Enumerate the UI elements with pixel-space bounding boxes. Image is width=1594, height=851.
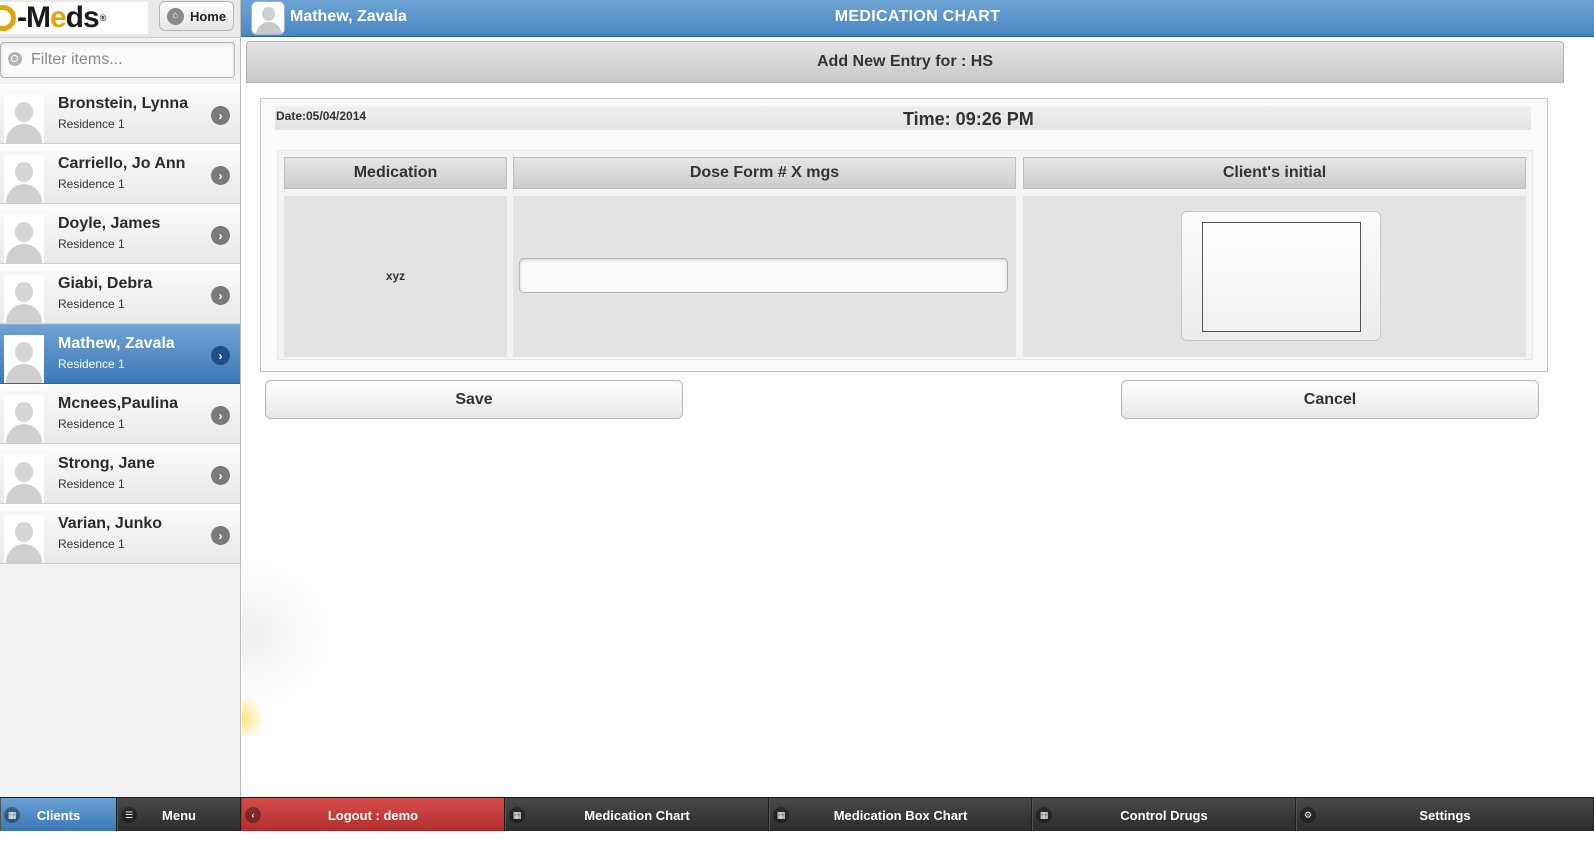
form-heading: Add New Entry for : HS	[246, 41, 1564, 83]
logo-ring-icon	[0, 5, 16, 31]
client-name: Mcnees,Paulina	[58, 395, 179, 412]
nav-medication-box-chart-label: Medication Box Chart	[833, 807, 968, 823]
date-time-row: Date:05/04/2014 Time: 09:26 PM	[275, 106, 1531, 130]
chevron-left-icon: ‹	[245, 807, 261, 823]
chevron-right-icon: ›	[211, 166, 230, 185]
home-label: Home	[189, 8, 227, 24]
client-residence: Residence 1	[58, 177, 125, 191]
client-name: Bronstein, Lynna	[58, 95, 189, 112]
client-list-item[interactable]: Bronstein, Lynna Residence 1 ›	[0, 84, 240, 144]
dose-input[interactable]	[519, 258, 1008, 293]
menu-lines-icon: ☰	[121, 807, 137, 823]
client-list-item[interactable]: Mcnees,Paulina Residence 1 ›	[0, 384, 240, 444]
nav-menu-button[interactable]: ☰ Menu	[117, 798, 241, 832]
client-list-item[interactable]: Carriello, Jo Ann Residence 1 ›	[0, 144, 240, 204]
client-list-item[interactable]: Varian, Junko Residence 1 ›	[0, 504, 240, 564]
entry-grid: Medication xyz Dose Form # X mgs Client'…	[277, 150, 1533, 360]
bottom-strip	[0, 831, 1594, 851]
logout-button[interactable]: ‹ Logout : demo	[241, 798, 505, 832]
client-name: Strong, Jane	[58, 455, 155, 472]
client-list-item[interactable]: Strong, Jane Residence 1 ›	[0, 444, 240, 504]
nav-control-drugs-tab[interactable]: ▦ Control Drugs	[1032, 798, 1296, 832]
home-button[interactable]: ⌂ Home	[159, 1, 234, 31]
avatar	[4, 515, 44, 563]
client-residence: Residence 1	[58, 357, 125, 371]
avatar	[4, 155, 44, 203]
app-logo: -M e ds ®	[0, 2, 148, 34]
logo-bar: -M e ds ® ⌂ Home	[0, 0, 240, 38]
cancel-button[interactable]: Cancel	[1121, 380, 1539, 419]
sidebar: -Meds® ⌂ Home Bronstein, Lynna Residence…	[0, 0, 241, 812]
nav-settings-label: Settings	[1419, 807, 1471, 823]
medication-cell: xyz	[284, 196, 507, 357]
client-residence: Residence 1	[58, 417, 125, 431]
chevron-right-icon: ›	[211, 286, 230, 305]
avatar	[4, 275, 44, 323]
avatar	[4, 215, 44, 263]
initial-signature-pad[interactable]	[1202, 222, 1361, 332]
client-list-item[interactable]: Doyle, James Residence 1 ›	[0, 204, 240, 264]
client-residence: Residence 1	[58, 117, 125, 131]
avatar	[4, 395, 44, 443]
medication-value: xyz	[385, 269, 406, 283]
nav-medication-chart-label: Medication Chart	[584, 807, 690, 823]
dose-column: Dose Form # X mgs	[513, 157, 1016, 357]
client-residence: Residence 1	[58, 297, 125, 311]
initial-column: Client's initial	[1023, 157, 1526, 357]
client-name: Carriello, Jo Ann	[58, 155, 186, 172]
nav-clients-label: Clients	[36, 807, 81, 823]
chevron-right-icon: ›	[211, 406, 230, 425]
client-name: Giabi, Debra	[58, 275, 153, 292]
date-label: Date:05/04/2014	[276, 109, 367, 123]
filter-input[interactable]	[0, 42, 235, 78]
bottom-nav: ▦ Clients ☰ Menu ‹ Logout : demo ▦ Medic…	[0, 797, 1594, 832]
nav-medication-box-chart-tab[interactable]: ▦ Medication Box Chart	[769, 798, 1032, 832]
nav-medication-chart-tab[interactable]: ▦ Medication Chart	[505, 798, 769, 832]
grid-icon: ▦	[773, 807, 789, 823]
dose-header: Dose Form # X mgs	[513, 157, 1016, 189]
initial-signature-frame	[1181, 211, 1381, 341]
client-residence: Residence 1	[58, 477, 125, 491]
client-residence: Residence 1	[58, 237, 125, 251]
search-icon	[8, 52, 22, 66]
avatar	[4, 455, 44, 503]
logout-label: Logout : demo	[327, 807, 419, 823]
page-title: MEDICATION CHART	[834, 8, 1001, 25]
client-name: Varian, Junko	[58, 515, 163, 532]
medication-header: Medication	[284, 157, 507, 189]
chevron-right-icon: ›	[211, 526, 230, 545]
grid-icon: ▦	[1036, 807, 1052, 823]
initial-cell	[1023, 196, 1526, 357]
client-list: Bronstein, Lynna Residence 1 › Carriello…	[0, 84, 240, 564]
grid-icon: ▦	[4, 807, 20, 823]
home-icon: ⌂	[166, 7, 184, 25]
client-list-item-selected[interactable]: Mathew, Zavala Residence 1 ›	[0, 324, 240, 384]
nav-control-drugs-label: Control Drugs	[1120, 807, 1208, 823]
initial-header: Client's initial	[1023, 157, 1526, 189]
client-residence: Residence 1	[58, 537, 125, 551]
client-name: Mathew, Zavala	[58, 335, 175, 352]
time-label: Time: 09:26 PM	[903, 109, 1034, 129]
avatar	[4, 335, 44, 383]
entry-form: Date:05/04/2014 Time: 09:26 PM Medicatio…	[260, 98, 1548, 372]
gear-icon: ⚙	[1300, 807, 1316, 823]
dose-cell	[513, 196, 1016, 357]
nav-settings-tab[interactable]: ⚙ Settings	[1296, 798, 1594, 832]
chevron-right-icon: ›	[211, 226, 230, 245]
medication-column: Medication xyz	[284, 157, 507, 357]
client-name: Doyle, James	[58, 215, 161, 232]
page-header: Mathew, Zavala MEDICATION CHART	[241, 0, 1594, 37]
nav-menu-label: Menu	[162, 807, 196, 823]
avatar	[4, 95, 44, 143]
filter-bar	[0, 38, 240, 84]
chevron-right-icon: ›	[211, 106, 230, 125]
grid-icon: ▦	[509, 807, 525, 823]
nav-clients-tab[interactable]: ▦ Clients	[0, 798, 117, 832]
client-list-item[interactable]: Giabi, Debra Residence 1 ›	[0, 264, 240, 324]
chevron-right-icon: ›	[211, 346, 230, 365]
background-decoration	[242, 560, 332, 710]
chevron-right-icon: ›	[211, 466, 230, 485]
save-button[interactable]: Save	[265, 380, 683, 419]
